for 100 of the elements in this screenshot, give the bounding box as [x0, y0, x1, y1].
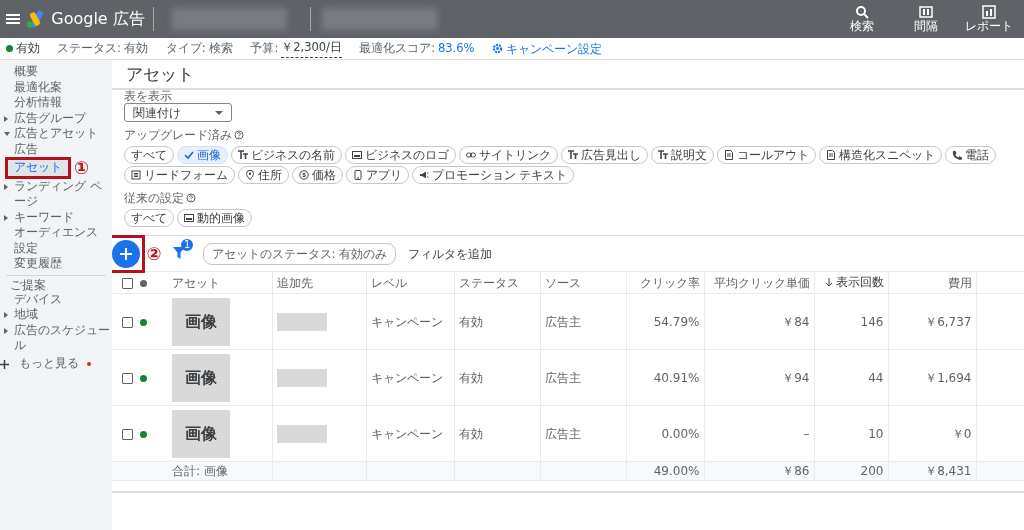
status-label: ステータス: 有効 [56, 39, 149, 57]
checkbox[interactable] [122, 372, 133, 384]
filter-chip[interactable]: プロモーション テキスト [411, 166, 575, 184]
status-label: タイプ: 検索 [165, 39, 234, 57]
table-cell: ￥6,737 [925, 314, 972, 329]
settings-icon[interactable] [491, 43, 503, 54]
logo-icon [25, 10, 46, 28]
filter-chip[interactable]: 広告見出し [560, 146, 648, 164]
sidebar-item[interactable]: 概要 [0, 64, 112, 80]
filter-chip[interactable]: すべて [123, 209, 174, 227]
table-cell: 0.00% [661, 426, 700, 441]
check-icon [183, 150, 194, 160]
megaphone-icon [418, 170, 429, 180]
campaign-settings-link[interactable]: キャンペーン設定 [505, 39, 602, 58]
filter-chip[interactable]: アプリ [345, 166, 409, 184]
sidebar-item[interactable]: キーワード [0, 209, 112, 225]
filter-chip[interactable]: 住所 [237, 166, 289, 184]
text-icon [567, 150, 578, 160]
filter-chip[interactable]: 電話 [944, 146, 996, 164]
section-heading: ご提案 [6, 274, 106, 292]
sidebar-item[interactable]: 設定 [0, 240, 112, 256]
table-cell: 49.00% [653, 464, 700, 478]
expand-arrow-icon[interactable] [4, 312, 8, 318]
sidebar-item[interactable]: ランディング ページ [0, 178, 112, 210]
checkbox[interactable] [122, 277, 133, 289]
checkbox[interactable] [122, 316, 133, 328]
filter-chip[interactable]: リードフォーム [123, 166, 235, 184]
help-icon[interactable] [186, 193, 197, 203]
add-filter-link[interactable]: フィルタを追加 [407, 244, 492, 263]
redacted-block [276, 424, 327, 443]
header-action-label[interactable]: 間隔 [913, 18, 938, 34]
sidebar-item[interactable]: 広告のスケジュール [0, 322, 112, 354]
menu-icon[interactable] [5, 13, 20, 25]
help-icon[interactable] [234, 130, 245, 140]
redacted-block [276, 312, 327, 331]
sidebar-item[interactable]: オーディエンス [0, 225, 112, 241]
header-action-label[interactable]: 検索 [849, 18, 874, 34]
filter-chip[interactable]: 構造化スニペット [818, 146, 942, 164]
form-icon [130, 170, 141, 180]
section-label: アップグレード済み [123, 127, 232, 144]
page-title: アセット [112, 60, 1024, 90]
view-dropdown[interactable]: 関連付け [123, 103, 232, 122]
table-cell: キャンペーン [370, 314, 443, 329]
plus-icon[interactable] [0, 359, 9, 369]
header-action-label[interactable]: レポート [965, 18, 1014, 34]
step-number: ② [146, 244, 162, 263]
sidebar-item[interactable]: 広告とアセット [0, 126, 112, 142]
columns-icon[interactable] [918, 4, 933, 19]
product-name: Google 広告 [51, 8, 145, 30]
table-cell: ￥1,694 [925, 370, 972, 385]
thumbnail-label: 画像 [185, 366, 217, 389]
table-cell: キャンペーン [370, 426, 443, 441]
table-cell: ￥0 [951, 426, 972, 441]
score-label: 最適化スコア: [359, 39, 436, 57]
table-cell: 146 [860, 314, 884, 329]
chart-icon[interactable] [982, 4, 997, 19]
expand-arrow-icon[interactable] [4, 214, 8, 221]
text-icon [657, 150, 668, 160]
filter-chip[interactable]: 説明文 [650, 146, 714, 164]
filter-chip[interactable]: コールアウト [716, 146, 816, 164]
document-icon [825, 150, 836, 160]
table-cell: 有効 [458, 426, 483, 441]
score-value: 83.6% [438, 39, 475, 57]
filter-chip[interactable]: 価格 [291, 166, 343, 184]
more-link[interactable]: もっと見る [9, 356, 81, 372]
table-cell: 広告主 [544, 370, 581, 385]
table-cell: 200 [860, 464, 884, 478]
sidebar-item[interactable]: 変更履歴 [0, 256, 112, 272]
thumbnail-label: 画像 [185, 310, 217, 333]
sidebar-item[interactable]: 分析情報 [0, 95, 112, 111]
filter-chip[interactable]: すべて [123, 146, 174, 164]
document-icon [723, 150, 734, 160]
add-button[interactable] [112, 239, 140, 268]
text-icon [237, 150, 248, 160]
count-badge: 1 [181, 238, 194, 251]
sidebar-item[interactable]: 広告 [0, 141, 112, 157]
sidebar-item[interactable]: 地域 [0, 307, 112, 323]
sidebar-item[interactable]: 広告グループ [0, 110, 112, 126]
expand-arrow-icon[interactable] [4, 327, 8, 334]
sort-arrow-icon [824, 277, 833, 287]
checkbox[interactable] [122, 428, 133, 440]
filter-chip[interactable]: サイトリンク [458, 146, 558, 164]
budget-value[interactable]: ￥2,300/日 [281, 39, 342, 58]
filter-chip[interactable]: ビジネスの名前 [230, 146, 342, 164]
table-cell: – [803, 426, 810, 441]
sidebar-item[interactable]: アセット [8, 160, 68, 176]
filter-chip[interactable]: ビジネスのロゴ [344, 146, 456, 164]
expand-arrow-icon[interactable] [4, 132, 10, 136]
table-cell: 広告主 [544, 314, 581, 329]
table-cell: 40.91% [653, 370, 700, 385]
filter-chip[interactable]: 動的画像 [176, 209, 252, 227]
filter-chip[interactable]: アセットのステータス: 有効のみ [202, 242, 397, 265]
expand-arrow-icon[interactable] [4, 183, 8, 190]
filter-chip[interactable]: 画像 [176, 146, 228, 164]
phone-icon [951, 150, 962, 160]
sidebar-item[interactable]: 最適化案 [0, 79, 112, 95]
expand-arrow-icon[interactable] [4, 115, 8, 122]
table-cell: 有効 [458, 370, 483, 385]
sidebar-item[interactable]: デバイス [0, 291, 112, 307]
search-icon[interactable] [854, 4, 869, 19]
